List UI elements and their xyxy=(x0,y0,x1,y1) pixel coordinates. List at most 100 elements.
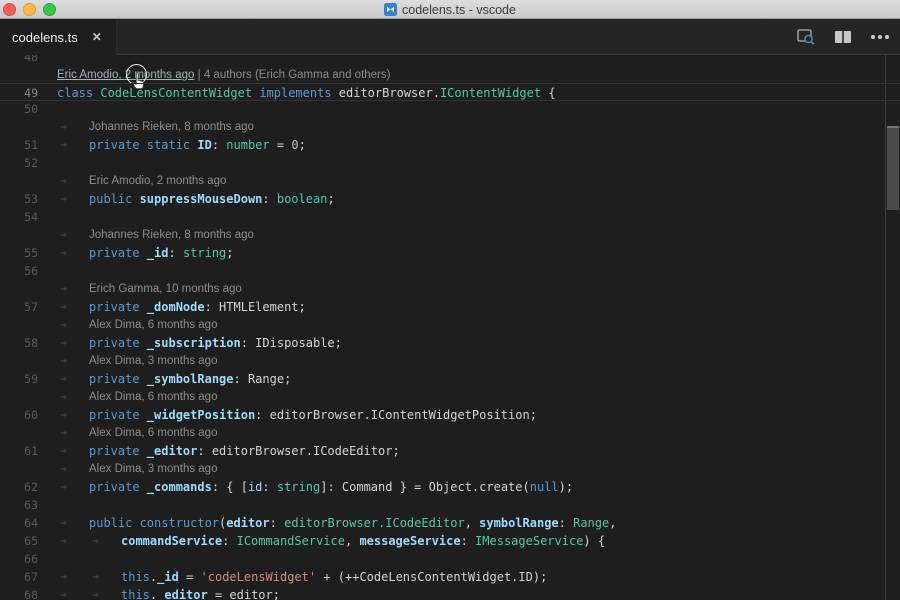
codelens-row[interactable]: → Johannes Rieken, 8 months ago xyxy=(0,226,900,244)
code-text[interactable]: commandService: ICommandService, message… xyxy=(121,532,605,550)
more-actions-button[interactable] xyxy=(868,24,892,50)
code-line[interactable]: 53→public suppressMouseDown: boolean; xyxy=(0,190,900,208)
code-text[interactable]: private _editor: editorBrowser.ICodeEdit… xyxy=(89,442,400,460)
tab-whitespace-icon: → xyxy=(60,298,67,316)
codelens-text: Eric Amodio, 2 months ago xyxy=(89,175,226,187)
line-number[interactable]: 63 xyxy=(0,496,38,514)
split-editor-icon xyxy=(834,30,852,44)
tab-whitespace-icon: → xyxy=(60,460,67,478)
open-preview-button[interactable] xyxy=(794,24,818,50)
code-line[interactable]: 65→→commandService: ICommandService, mes… xyxy=(0,532,900,550)
editor-rows: 48 Eric Amodio, 2 months ago | 4 authors … xyxy=(0,55,900,600)
line-number[interactable]: 65 xyxy=(0,532,38,550)
codelens-row[interactable]: → Alex Dima, 6 months ago xyxy=(0,316,900,334)
line-number[interactable]: 48 xyxy=(0,55,38,66)
line-number[interactable]: 67 xyxy=(0,568,38,586)
codelens-text: 4 authors (Erich Gamma and others) xyxy=(204,69,391,81)
tab-whitespace-icon: → xyxy=(60,406,67,424)
tab-whitespace-icon: → xyxy=(60,316,67,334)
tab-whitespace-icon: → xyxy=(60,244,67,262)
code-text[interactable]: private _commands: { [id: string]: Comma… xyxy=(89,478,573,496)
tab-bar: codelens.ts ✕ xyxy=(0,19,900,55)
code-text[interactable]: this._editor = editor; xyxy=(121,586,280,600)
codelens-row[interactable]: →Alex Dima, 6 months ago xyxy=(0,424,900,442)
code-editor[interactable]: 48 Eric Amodio, 2 months ago | 4 authors … xyxy=(0,55,900,600)
code-text[interactable]: class CodeLensContentWidget implements e… xyxy=(57,84,556,102)
line-number[interactable]: 60 xyxy=(0,406,38,424)
tab-whitespace-icon: → xyxy=(60,226,67,244)
tab-whitespace-icon: → xyxy=(60,334,67,352)
line-number[interactable]: 49 xyxy=(0,84,38,102)
code-line[interactable]: 52 xyxy=(0,154,900,172)
codelens-text: | xyxy=(194,69,203,81)
line-number[interactable]: 56 xyxy=(0,262,38,280)
split-editor-button[interactable] xyxy=(831,24,855,50)
code-line[interactable]: 66 xyxy=(0,550,900,568)
code-text[interactable]: private static ID: number = 0; xyxy=(89,136,306,154)
line-number[interactable]: 59 xyxy=(0,370,38,388)
tab-whitespace-icon: → xyxy=(60,388,67,406)
line-number[interactable]: 51 xyxy=(0,136,38,154)
scrollbar-thumb[interactable] xyxy=(887,126,899,210)
code-line[interactable]: 49 class CodeLensContentWidget implements… xyxy=(0,83,900,101)
tab-whitespace-icon: → xyxy=(60,172,67,190)
code-line[interactable]: 64 → public constructor(editor: editorBrow… xyxy=(0,514,900,532)
line-number[interactable]: 64 xyxy=(0,514,38,532)
code-line[interactable]: 57 → private _domNode: HTMLElement; xyxy=(0,298,900,316)
code-line[interactable]: 51→private static ID: number = 0; xyxy=(0,136,900,154)
tab-whitespace-icon: → xyxy=(60,280,67,298)
code-line[interactable]: 59→private _symbolRange: Range; xyxy=(0,370,900,388)
codelens-row[interactable]: → Johannes Rieken, 8 months ago xyxy=(0,118,900,136)
tab-whitespace-icon: → xyxy=(60,478,67,496)
tab-label: codelens.ts xyxy=(12,30,78,45)
line-number[interactable]: 62 xyxy=(0,478,38,496)
line-number[interactable]: 53 xyxy=(0,190,38,208)
line-number[interactable]: 66 xyxy=(0,550,38,568)
code-text[interactable]: private _subscription: IDisposable; xyxy=(89,334,342,352)
codelens-row[interactable]: →Alex Dima, 6 months ago xyxy=(0,388,900,406)
window-title: codelens.ts - vscode xyxy=(402,3,516,17)
code-text[interactable]: private _symbolRange: Range; xyxy=(89,370,291,388)
codelens-text: Alex Dima, 6 months ago xyxy=(89,319,217,331)
codelens-text: Johannes Rieken, 8 months ago xyxy=(89,229,254,241)
tab-whitespace-icon: → xyxy=(60,442,67,460)
line-number[interactable]: 68 xyxy=(0,586,38,600)
code-line[interactable]: 55 → private _id: string; xyxy=(0,244,900,262)
code-line[interactable]: 60 → private _widgetPosition: editorBrowse… xyxy=(0,406,900,424)
tab-codelens-ts[interactable]: codelens.ts ✕ xyxy=(0,19,117,55)
code-text[interactable]: private _id: string; xyxy=(89,244,234,262)
line-number[interactable]: 61 xyxy=(0,442,38,460)
code-line[interactable]: 58 → private _subscription: IDisposable; xyxy=(0,334,900,352)
codelens-row[interactable]: → Erich Gamma, 10 months ago xyxy=(0,280,900,298)
line-number[interactable]: 54 xyxy=(0,208,38,226)
code-line[interactable]: 63 xyxy=(0,496,900,514)
line-number[interactable]: 57 xyxy=(0,298,38,316)
tab-whitespace-icon: → xyxy=(92,532,99,550)
tab-whitespace-icon: → xyxy=(60,118,67,136)
codelens-text: Johannes Rieken, 8 months ago xyxy=(89,121,254,133)
codelens-row[interactable]: →Alex Dima, 3 months ago xyxy=(0,352,900,370)
code-line[interactable]: 68→→this._editor = editor; xyxy=(0,586,900,600)
code-line[interactable]: 54 xyxy=(0,208,900,226)
tab-whitespace-icon: → xyxy=(60,514,67,532)
line-number[interactable]: 55 xyxy=(0,244,38,262)
line-number[interactable]: 52 xyxy=(0,154,38,172)
codelens-text: Alex Dima, 3 months ago xyxy=(89,355,217,367)
codelens-text: Erich Gamma, 10 months ago xyxy=(89,283,242,295)
codelens-row[interactable]: →Alex Dima, 3 months ago xyxy=(0,460,900,478)
code-text[interactable]: public constructor(editor: editorBrowser… xyxy=(89,514,616,532)
code-text[interactable]: this._id = 'codeLensWidget' + (++CodeLen… xyxy=(121,568,547,586)
code-text[interactable]: public suppressMouseDown: boolean; xyxy=(89,190,335,208)
close-tab-icon[interactable]: ✕ xyxy=(92,31,102,43)
code-text[interactable]: private _widgetPosition: editorBrowser.I… xyxy=(89,406,537,424)
codelens-row[interactable]: → Eric Amodio, 2 months ago xyxy=(0,172,900,190)
scrollbar-track[interactable] xyxy=(885,55,886,600)
line-number[interactable]: 58 xyxy=(0,334,38,352)
code-line[interactable]: 67→→this._id = 'codeLensWidget' + (++Cod… xyxy=(0,568,900,586)
code-line[interactable]: 61 → private _editor: editorBrowser.ICodeE… xyxy=(0,442,900,460)
code-line[interactable]: 56 xyxy=(0,262,900,280)
line-number[interactable]: 50 xyxy=(0,100,38,118)
code-line[interactable]: 50 xyxy=(0,100,900,118)
code-text[interactable]: private _domNode: HTMLElement; xyxy=(89,298,306,316)
code-line[interactable]: 62 → private _commands: { [id: string]: Co… xyxy=(0,478,900,496)
